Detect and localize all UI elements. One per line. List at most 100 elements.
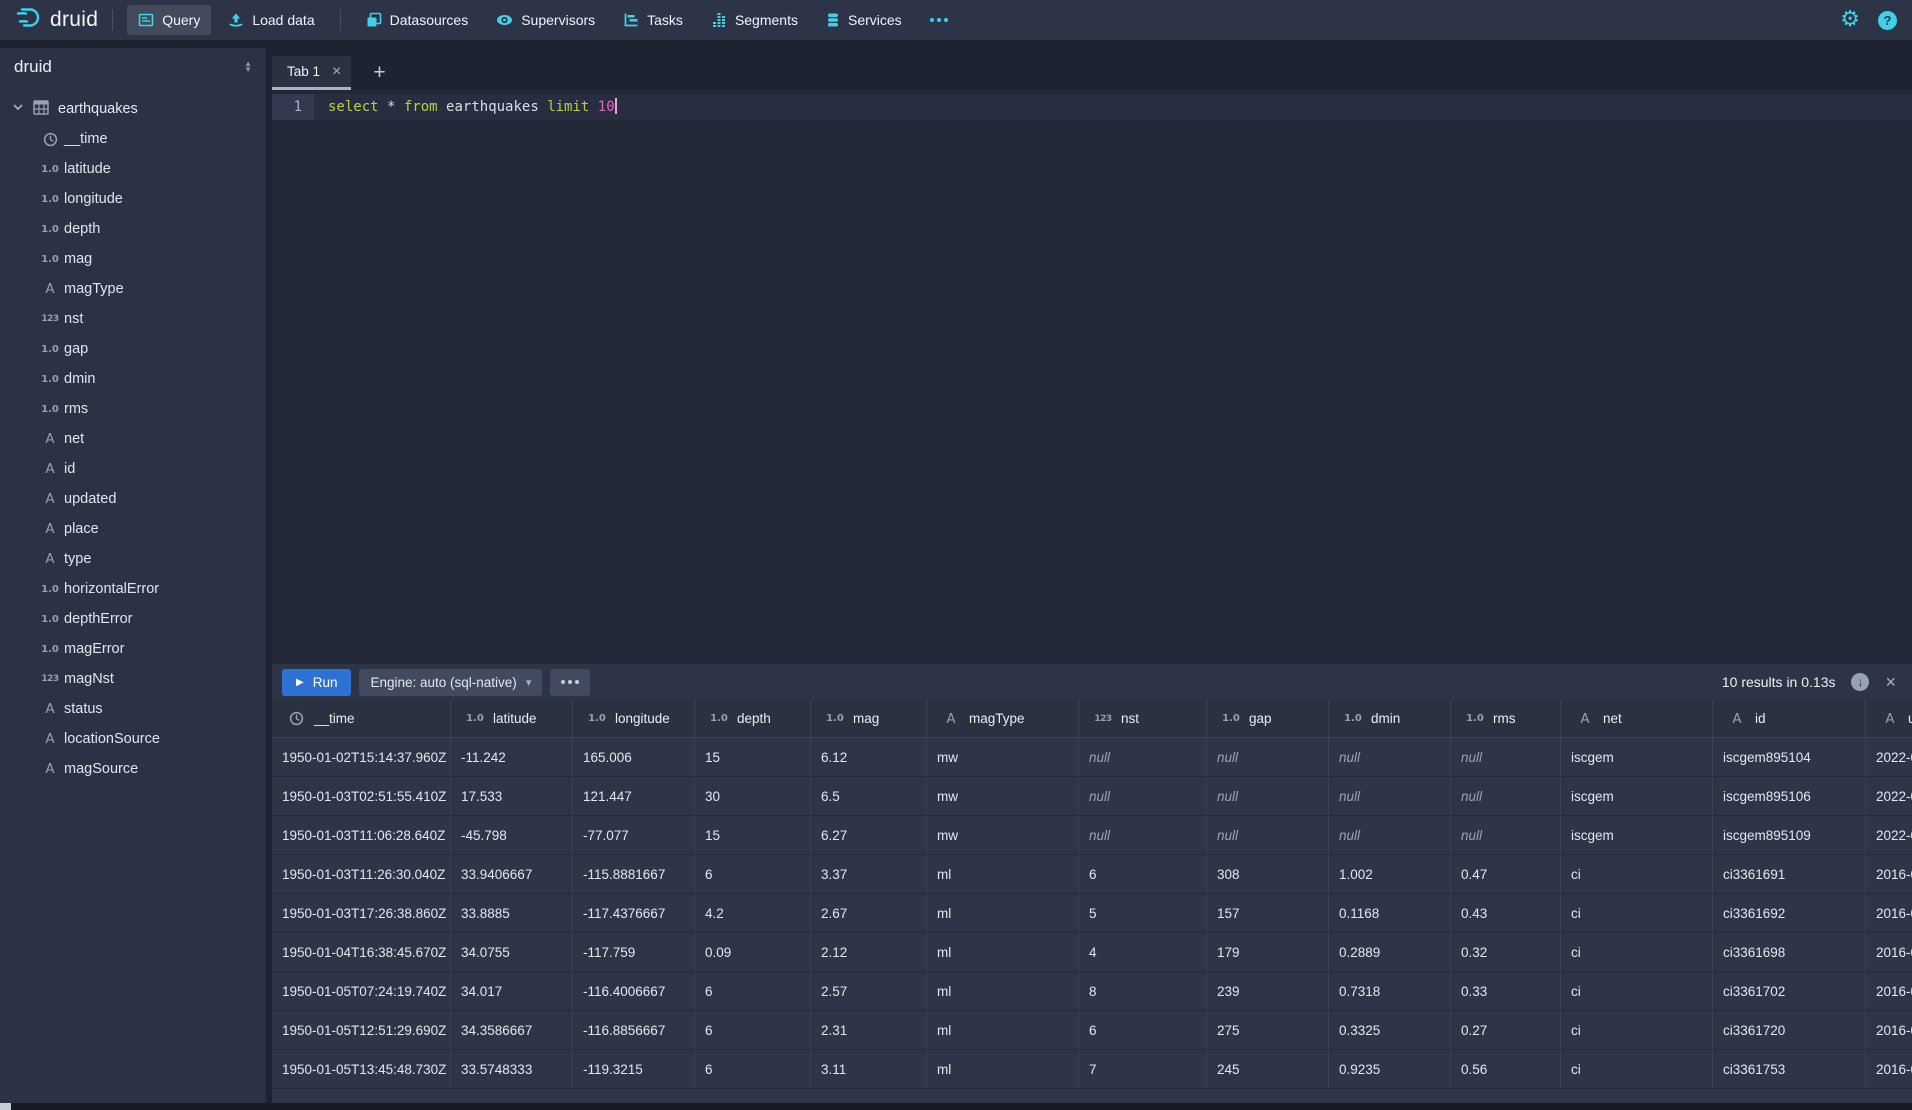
sidebar-column-longitude[interactable]: 1.0longitude [0,184,266,214]
table-cell[interactable]: 7 [1079,1050,1207,1088]
table-cell[interactable]: 17.533 [451,777,573,815]
close-results-icon[interactable]: × [1885,673,1896,691]
table-cell[interactable]: 30 [695,777,811,815]
table-cell[interactable]: 0.47 [1451,855,1561,893]
table-cell[interactable]: 0.7318 [1329,972,1451,1010]
new-tab-button[interactable]: + [367,56,391,90]
table-cell[interactable]: ml [927,855,1079,893]
download-icon[interactable]: ↓ [1851,673,1869,691]
table-cell[interactable]: 308 [1207,855,1329,893]
table-cell[interactable]: ci [1561,1050,1713,1088]
table-cell[interactable]: 33.5748333 [451,1050,573,1088]
table-cell[interactable]: 34.017 [451,972,573,1010]
table-cell[interactable]: ml [927,933,1079,971]
sidebar-datasource-earthquakes[interactable]: earthquakes [0,94,266,124]
sidebar-column-magError[interactable]: 1.0magError [0,634,266,664]
table-cell[interactable]: iscgem [1561,816,1713,854]
table-cell[interactable]: 6 [695,972,811,1010]
table-cell[interactable]: iscgem [1561,738,1713,776]
table-cell[interactable]: ci3361720 [1713,1011,1866,1049]
sidebar-column-rms[interactable]: 1.0rms [0,394,266,424]
sidebar-column-magSource[interactable]: AmagSource [0,754,266,784]
query-more-button[interactable] [550,669,590,696]
sort-icon[interactable]: ▲▼ [244,61,252,73]
table-cell[interactable]: 2.12 [811,933,927,971]
table-cell[interactable]: 2016-0 [1866,1011,1912,1049]
table-cell[interactable]: 2022-0 [1866,816,1912,854]
table-cell[interactable]: 2.67 [811,894,927,932]
table-cell[interactable]: ml [927,1050,1079,1088]
table-cell[interactable]: iscgem [1561,777,1713,815]
tab-1[interactable]: Tab 1 × [272,56,351,90]
table-cell[interactable]: ml [927,972,1079,1010]
table-cell[interactable]: 6.5 [811,777,927,815]
table-cell[interactable]: 0.43 [1451,894,1561,932]
table-cell[interactable]: 275 [1207,1011,1329,1049]
table-cell[interactable]: -116.4006667 [573,972,695,1010]
table-cell[interactable]: 0.1168 [1329,894,1451,932]
table-cell[interactable]: null [1079,816,1207,854]
table-cell[interactable]: 179 [1207,933,1329,971]
table-cell[interactable]: ci [1561,933,1713,971]
table-cell[interactable]: ml [927,1011,1079,1049]
table-cell[interactable]: mw [927,738,1079,776]
help-icon[interactable]: ? [1878,11,1897,30]
table-cell[interactable]: mw [927,777,1079,815]
sidebar-column-id[interactable]: Aid [0,454,266,484]
table-cell[interactable]: iscgem895106 [1713,777,1866,815]
table-cell[interactable]: 2.31 [811,1011,927,1049]
sidebar-column-gap[interactable]: 1.0gap [0,334,266,364]
column-header-nst[interactable]: 123nst [1079,700,1207,737]
table-cell[interactable]: 4 [1079,933,1207,971]
table-cell[interactable]: iscgem895109 [1713,816,1866,854]
table-cell[interactable]: null [1079,738,1207,776]
table-cell[interactable]: 15 [695,816,811,854]
table-cell[interactable]: null [1329,777,1451,815]
sidebar-column-horizontalError[interactable]: 1.0horizontalError [0,574,266,604]
table-cell[interactable]: 2016-0 [1866,933,1912,971]
sidebar-column-type[interactable]: Atype [0,544,266,574]
table-cell[interactable]: null [1329,816,1451,854]
column-header-latitude[interactable]: 1.0latitude [451,700,573,737]
table-cell[interactable]: 165.006 [573,738,695,776]
sidebar-column-net[interactable]: Anet [0,424,266,454]
table-cell[interactable]: ci [1561,855,1713,893]
table-cell[interactable]: 0.2889 [1329,933,1451,971]
table-cell[interactable]: 15 [695,738,811,776]
table-cell[interactable]: 2022-0 [1866,777,1912,815]
table-cell[interactable]: -45.798 [451,816,573,854]
table-cell[interactable]: 1950-01-03T02:51:55.410Z [272,777,451,815]
sidebar-column-depthError[interactable]: 1.0depthError [0,604,266,634]
table-cell[interactable]: 34.3586667 [451,1011,573,1049]
table-cell[interactable]: 6.27 [811,816,927,854]
column-header-gap[interactable]: 1.0gap [1207,700,1329,737]
nav-item-services[interactable]: Services [815,5,913,35]
table-cell[interactable]: 2016-0 [1866,1050,1912,1088]
engine-select[interactable]: Engine: auto (sql-native) ▾ [359,669,542,696]
table-cell[interactable]: 34.0755 [451,933,573,971]
nav-item-supervisors[interactable]: Supervisors [485,5,606,35]
sidebar-column-latitude[interactable]: 1.0latitude [0,154,266,184]
column-header-mag[interactable]: 1.0mag [811,700,927,737]
table-cell[interactable]: null [1329,738,1451,776]
column-header-depth[interactable]: 1.0depth [695,700,811,737]
column-header-longitude[interactable]: 1.0longitude [573,700,695,737]
sidebar-column-updated[interactable]: Aupdated [0,484,266,514]
table-cell[interactable]: 1950-01-05T07:24:19.740Z [272,972,451,1010]
table-cell[interactable]: null [1207,816,1329,854]
sidebar-column-mag[interactable]: 1.0mag [0,244,266,274]
column-header-magType[interactable]: AmagType [927,700,1079,737]
table-cell[interactable]: 1950-01-02T15:14:37.960Z [272,738,451,776]
sidebar-column-place[interactable]: Aplace [0,514,266,544]
close-tab-icon[interactable]: × [332,64,341,80]
nav-more-menu[interactable] [919,5,959,35]
sidebar-column-nst[interactable]: 123nst [0,304,266,334]
table-cell[interactable]: 2016-0 [1866,972,1912,1010]
table-cell[interactable]: 0.56 [1451,1050,1561,1088]
nav-item-query[interactable]: Query [127,5,211,35]
gear-icon[interactable]: ⚙ [1840,9,1860,31]
table-cell[interactable]: 0.27 [1451,1011,1561,1049]
table-cell[interactable]: 3.37 [811,855,927,893]
sidebar-column-magNst[interactable]: 123magNst [0,664,266,694]
table-cell[interactable]: 8 [1079,972,1207,1010]
